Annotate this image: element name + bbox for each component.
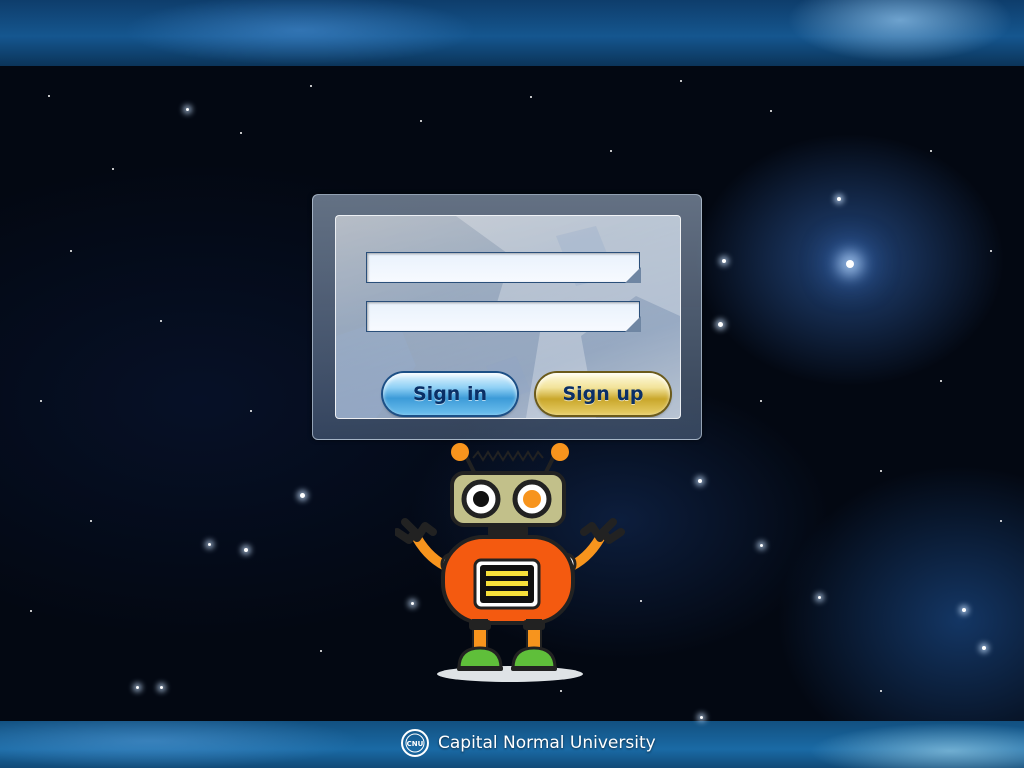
star — [698, 479, 702, 483]
robot-mascot — [395, 443, 625, 682]
star — [160, 686, 163, 689]
bright-star — [846, 260, 854, 268]
star — [420, 120, 422, 122]
star — [560, 690, 562, 692]
star — [1000, 520, 1002, 522]
star — [90, 520, 92, 522]
sign-up-button[interactable]: Sign up — [536, 373, 670, 415]
star — [250, 410, 252, 412]
login-form: Sign in Sign up — [335, 215, 681, 419]
star — [530, 96, 532, 98]
star — [244, 548, 248, 552]
star — [880, 690, 882, 692]
star — [160, 320, 162, 322]
username-field[interactable] — [366, 252, 640, 283]
star — [640, 600, 642, 602]
resize-corner-icon — [625, 267, 641, 283]
star — [680, 80, 682, 82]
star — [320, 650, 322, 652]
star — [700, 716, 703, 719]
star — [770, 110, 772, 112]
login-screen: Sign in Sign up CNU Capital Normal Unive… — [0, 0, 1024, 768]
star — [70, 250, 72, 252]
star — [300, 493, 305, 498]
sign-in-label: Sign in — [413, 383, 487, 405]
star — [818, 596, 821, 599]
star — [240, 132, 242, 134]
resize-corner-icon — [625, 316, 641, 332]
sign-up-label: Sign up — [562, 383, 644, 405]
star — [136, 686, 139, 689]
star — [962, 608, 966, 612]
star — [990, 250, 992, 252]
star — [208, 543, 211, 546]
star — [718, 322, 723, 327]
footer-brand: CNU Capital Normal University — [400, 727, 656, 759]
star — [112, 168, 114, 170]
star — [30, 610, 32, 612]
star — [940, 380, 942, 382]
university-name: Capital Normal University — [438, 733, 656, 753]
password-field[interactable] — [366, 301, 640, 332]
university-logo-icon: CNU — [401, 729, 429, 757]
sign-in-button[interactable]: Sign in — [383, 373, 517, 415]
star — [837, 197, 841, 201]
star — [610, 150, 612, 152]
logo-text: CNU — [407, 740, 424, 748]
star — [930, 150, 932, 152]
star — [186, 108, 189, 111]
star — [40, 400, 42, 402]
star — [310, 85, 312, 87]
star — [982, 646, 986, 650]
star — [760, 544, 763, 547]
top-banner — [0, 0, 1024, 66]
login-panel: Sign in Sign up — [312, 194, 702, 440]
star — [880, 470, 882, 472]
star — [722, 259, 726, 263]
star — [760, 400, 762, 402]
star — [48, 95, 50, 97]
